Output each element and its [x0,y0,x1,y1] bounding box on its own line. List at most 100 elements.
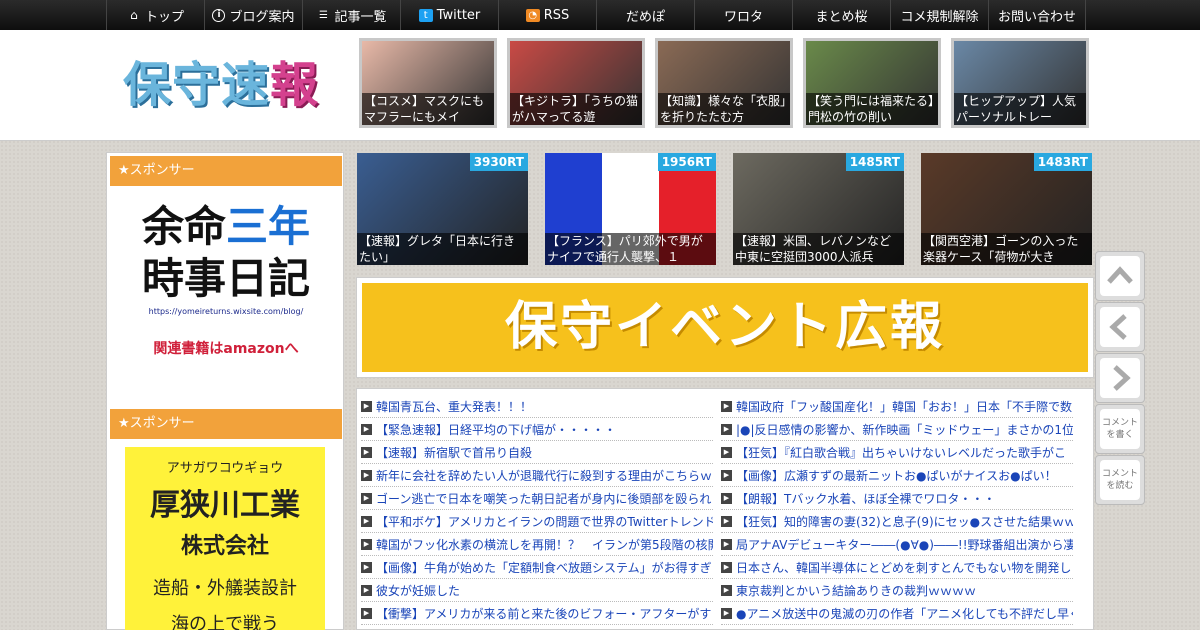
nav-label: RSS [543,7,570,23]
nav-item-article-list[interactable]: ☰ 記事一覧 [302,0,400,30]
news-item[interactable]: ▶ 日本さん、韓国半導体にとどめを刺すとんでもない物を開発し [721,556,1073,579]
thumb-caption: 【キジトラ】「うちの猫がハマってる遊 [510,93,642,125]
arrow-icon: ▶ [721,515,732,527]
news-item[interactable]: ▶ 【平和ボケ】アメリカとイランの問題で世界のTwitterトレンド [361,510,713,533]
news-column-right: ▶ 韓国政府「フッ酸国産化！」韓国「おお！」日本「不手際で数 ▶ |●|反日感情の影響… [721,395,1073,625]
scroll-top-button[interactable] [1095,251,1145,301]
nav-item-contact[interactable]: お問い合わせ [988,0,1086,30]
sidebar: ★スポンサー 余命三年 時事日記 https://yomeireturns.wi… [106,152,344,630]
arrow-icon: ▶ [721,492,732,504]
nav-item-matome-sakura[interactable]: まとめ桜 [792,0,890,30]
arrow-icon: ▶ [721,538,732,550]
site-header: 保守速報 【コスメ】マスクにもマフラーにもメイ 【キジトラ】「うちの猫がハマって… [0,30,1200,141]
logo-part-1: 保守 [123,57,222,113]
featured-thumb[interactable]: 【知識】様々な「衣服」を折りたたむ方 [655,38,793,128]
nav-item-twitter[interactable]: t Twitter [400,0,498,30]
news-item-title: 韓国青瓦台、重大発表！！！ [376,399,533,414]
nav-label: ワロタ [723,9,763,25]
info-icon: i [212,8,226,22]
logo-part-3: 報 [270,57,320,113]
featured-thumb[interactable]: 【コスメ】マスクにもマフラーにもメイ [359,38,497,128]
featured-thumb[interactable]: 【笑う門には福来たる】門松の竹の削い [803,38,941,128]
next-article-button[interactable] [1095,353,1145,403]
sponsor-url[interactable]: https://yomeireturns.wixsite.com/blog/ [121,307,331,316]
arrow-icon: ▶ [721,584,732,596]
news-item[interactable]: ▶ |●|反日感情の影響か、新作映画「ミッドウェー」まさかの1位 [721,418,1073,441]
arrow-icon: ▶ [361,400,372,412]
nav-label: だめぽ [625,9,665,25]
news-item[interactable]: ▶ 【緊急速報】日経平均の下げ幅が・・・・・ [361,418,713,441]
nav-item-comment-unblock[interactable]: コメ規制解除 [890,0,988,30]
thumb-caption: 【笑う門には福来たる】門松の竹の削い [806,93,938,125]
chevron-right-icon [1113,365,1131,391]
featured-thumb[interactable]: 【ヒップアップ】人気パーソナルトレー [951,38,1089,128]
thumb-caption: 【コスメ】マスクにもマフラーにもメイ [362,93,494,125]
news-item-title: ゴーン逃亡で日本を嘲笑った朝日記者が身内に後頭部を殴られ [376,491,712,506]
popular-article[interactable]: 1485RT 【速報】米国、レバノンなど中東に空挺団3000人派兵 [733,153,904,265]
retweet-count-badge: 1483RT [1033,153,1092,171]
list-icon: ☰ [319,9,328,21]
news-item[interactable]: ▶ 【画像】牛角が始めた「定額制食べ放題システム」がお得すぎ [361,556,713,579]
sponsor-tagline: 海の上で戦う [171,614,279,630]
nav-item-top[interactable]: ⌂ トップ [106,0,204,30]
news-item[interactable]: ▶ 【朗報】Tバック水着、ほぼ全裸でワロタ・・・ [721,487,1073,510]
sponsor-kana: アサガワコウギョウ [166,461,284,476]
read-comments-button[interactable]: コメントを読む [1095,455,1145,505]
popular-article[interactable]: 1956RT 【フランス】パリ郊外で男がナイフで通行人襲撃、１ [545,153,716,265]
article-caption: 【フランス】パリ郊外で男がナイフで通行人襲撃、１ [545,233,716,265]
arrow-icon: ▶ [361,492,372,504]
sponsor-title-line2: 時事日記 [141,254,310,303]
news-item[interactable]: ▶ 局アナAVデビューキター――(●∀●)――!!野球番組出演から凄まじ [721,533,1073,556]
popular-article[interactable]: 3930RT 【速報】グレタ「日本に行きたい」 [357,153,528,265]
news-item[interactable]: ▶ 彼女が妊娠した [361,579,713,602]
news-item-title: 彼女が妊娠した [376,583,461,598]
arrow-icon: ▶ [721,446,732,458]
nav-item-damepo[interactable]: だめぽ [596,0,694,30]
popular-article[interactable]: 1483RT 【関西空港】ゴーンの入った楽器ケース「荷物が大き [921,153,1092,265]
rss-icon: ◔ [525,8,540,22]
arrow-icon: ▶ [361,607,372,619]
top-navigation-bar: ⌂ トップ i ブログ案内 ☰ 記事一覧 t Twitter ◔ RSS だめぽ… [0,0,1200,30]
nav-label: Twitter [436,7,481,23]
read-comments-label: コメントを読む [1101,469,1138,491]
news-item[interactable]: ▶ 韓国政府「フッ酸国産化！」韓国「おお！」日本「不手際で数 [721,395,1073,418]
news-item[interactable]: ▶ 新年に会社を辞めたい人が退職代行に殺到する理由がこちらｗ [361,464,713,487]
news-item[interactable]: ▶ 東京裁判とかいう結論ありきの裁判ｗｗｗｗ [721,579,1073,602]
news-item[interactable]: ▶ 【速報】新宿駅で首吊り自殺 [361,441,713,464]
news-item[interactable]: ▶ ●アニメ放送中の鬼滅の刃の作者「アニメ化しても不評だし早く [721,602,1073,625]
previous-article-button[interactable] [1095,302,1145,352]
chevron-up-icon [1107,266,1133,284]
site-logo[interactable]: 保守速報 [123,55,323,115]
event-banner-text: 保守イベント広報 [362,283,1088,372]
sponsor-ad-yomei[interactable]: 余命三年 時事日記 https://yomeireturns.wixsite.c… [121,201,331,381]
news-item[interactable]: ▶ 韓国がフッ化水素の横流しを再開！？ イランが第5段階の核開 [361,533,713,556]
nav-item-rss[interactable]: ◔ RSS [498,0,596,30]
news-item-title: 【衝撃】アメリカが来る前と来た後のビフォー・アフターがす [376,606,712,621]
write-comment-label: コメントを書く [1101,418,1138,440]
sponsor-ad-asagawa[interactable]: アサガワコウギョウ 厚狭川工業 株式会社 造船・外艤装設計 海の上で戦う [125,447,325,630]
arrow-icon: ▶ [721,561,732,573]
news-item[interactable]: ▶ ゴーン逃亡で日本を嘲笑った朝日記者が身内に後頭部を殴られ [361,487,713,510]
sponsor-title-part: 余命 [141,202,226,251]
logo-part-2: 速 [221,57,271,113]
arrow-icon: ▶ [721,423,732,435]
retweet-count-badge: 1485RT [845,153,904,171]
chevron-left-icon [1109,314,1127,340]
nav-item-blog-guide[interactable]: i ブログ案内 [204,0,302,30]
news-item[interactable]: ▶ 【画像】広瀬すずの最新ニットお●ぱいがナイスお●ぱい！ [721,464,1073,487]
sponsor-heading: ★スポンサー [110,409,342,439]
featured-thumb[interactable]: 【キジトラ】「うちの猫がハマってる遊 [507,38,645,128]
write-comment-button[interactable]: コメントを書く [1095,404,1145,454]
news-item-title: 韓国がフッ化水素の横流しを再開！？ イランが第5段階の核開 [376,537,713,552]
arrow-icon: ▶ [721,400,732,412]
news-item[interactable]: ▶ 韓国青瓦台、重大発表！！！ [361,395,713,418]
sponsor-amazon-link[interactable]: 関連書籍はamazonへ [121,338,331,358]
nav-item-warota[interactable]: ワロタ [694,0,792,30]
arrow-icon: ▶ [361,584,372,596]
arrow-icon: ▶ [361,469,372,481]
news-item-title: 【画像】広瀬すずの最新ニットお●ぱいがナイスお●ぱい！ [736,468,1057,483]
news-item[interactable]: ▶ 【狂気】知的障害の妻(32)と息子(9)にセッ●スさせた結果ｗｗｗ [721,510,1073,533]
news-item[interactable]: ▶ 【狂気】『紅白歌合戦』出ちゃいけないレベルだった歌手がこ [721,441,1073,464]
event-banner[interactable]: 保守イベント広報 [356,277,1094,378]
news-item[interactable]: ▶ 【衝撃】アメリカが来る前と来た後のビフォー・アフターがす [361,602,713,625]
